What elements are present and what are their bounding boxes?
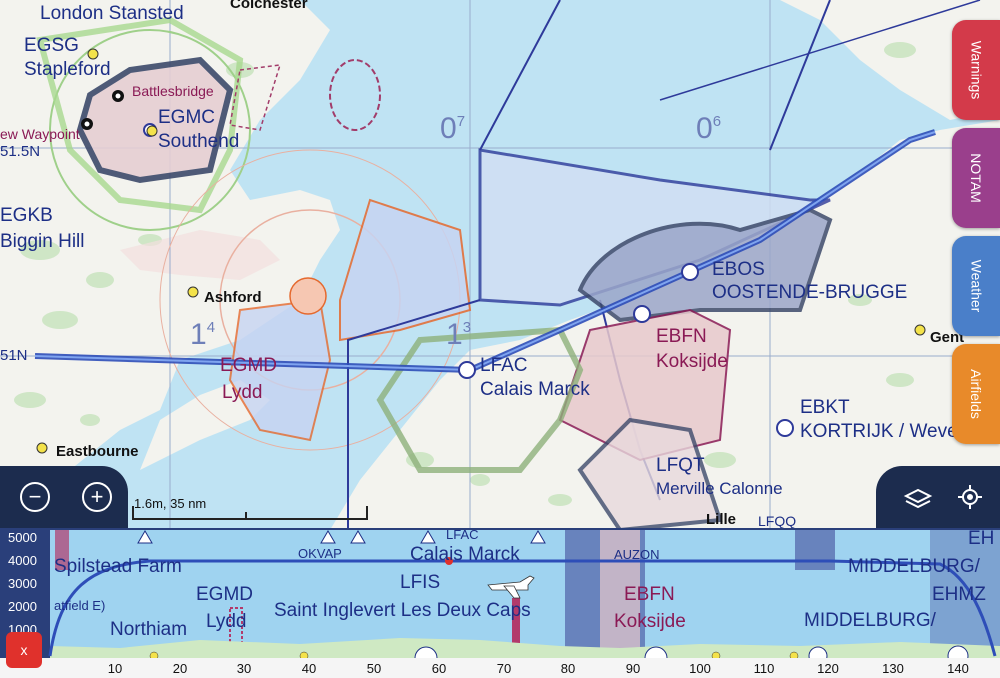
airport-name-southend[interactable]: Southend: [158, 132, 239, 151]
profile-label-ehmz: EHMZ: [932, 584, 986, 605]
altitude-tick-label: 2000: [8, 599, 37, 614]
close-profile-button[interactable]: x: [6, 632, 42, 668]
town-label-colchester: Colchester: [230, 0, 308, 12]
profile-label-egmd: EGMD: [196, 584, 253, 605]
distance-tick-label: 90: [625, 661, 641, 676]
profile-label-ebfn: EBFN: [624, 584, 675, 605]
waypoint-label-new[interactable]: ew Waypoint: [0, 127, 80, 141]
profile-label-okvap: OKVAP: [298, 546, 342, 561]
airport-name-calais-marck[interactable]: Calais Marck: [480, 380, 590, 399]
latitude-label-51n: 51N: [0, 347, 28, 364]
tab-weather-label: Weather: [968, 259, 985, 313]
grid-minimum-altitude: 07: [440, 112, 466, 145]
distance-tick-label: 50: [366, 661, 382, 676]
tab-airfields[interactable]: Airfields: [952, 344, 1000, 444]
airport-code-lfac[interactable]: LFAC: [480, 356, 528, 375]
airport-code-lfqt[interactable]: LFQT: [656, 456, 705, 475]
profile-label-koksijde: Koksijde: [614, 611, 686, 632]
tab-notam[interactable]: NOTAM: [952, 128, 1000, 228]
airport-name-biggin-hill[interactable]: Biggin Hill: [0, 232, 84, 251]
airport-name-lydd[interactable]: Lydd: [222, 383, 263, 402]
distance-tick-label: 110: [753, 661, 775, 676]
tab-warnings-label: Warnings: [968, 40, 984, 100]
airport-name-merville[interactable]: Merville Calonne: [656, 480, 783, 497]
profile-label-lfis: LFIS: [400, 572, 441, 593]
distance-tick-label: 100: [689, 661, 711, 676]
chart-map[interactable]: London Stansted Colchester EGSG Staplefo…: [0, 0, 1000, 530]
airport-code-egmc[interactable]: EGMC: [158, 108, 215, 127]
distance-tick-label: 60: [431, 661, 447, 676]
airport-code-egmd[interactable]: EGMD: [220, 356, 277, 375]
altitude-tick-label: 5000: [8, 530, 37, 545]
scale-bar: [132, 506, 368, 520]
map-controls: [876, 466, 1000, 528]
distance-tick-label: 130: [882, 661, 904, 676]
airport-code-lfqq[interactable]: LFQQ: [758, 514, 796, 528]
profile-label-saint-inglevert: Saint Inglevert Les Deux Caps: [274, 600, 531, 621]
latitude-label-51-5n: 51.5N: [0, 143, 41, 160]
profile-label-lfac: LFAC: [446, 527, 479, 542]
profile-label-calais: Calais Marck: [410, 544, 520, 565]
town-label-eastbourne: Eastbourne: [56, 443, 139, 460]
tab-airfields-label: Airfields: [968, 369, 985, 419]
profile-label-eh: EH: [968, 528, 995, 549]
distance-tick-label: 140: [947, 661, 969, 676]
airport-code-ebkt[interactable]: EBKT: [800, 398, 850, 417]
distance-tick-label: 40: [301, 661, 317, 676]
airport-name-stapleford[interactable]: Stapleford: [24, 60, 111, 79]
profile-label-field: atfield E): [54, 598, 106, 613]
distance-tick-label: 120: [817, 661, 839, 676]
altitude-tick-label: 4000: [8, 553, 37, 568]
waypoint-label-battlesbridge[interactable]: Battlesbridge: [132, 84, 214, 98]
distance-tick-label: 10: [107, 661, 123, 676]
airport-code-egsg[interactable]: EGSG: [24, 36, 79, 55]
distance-tick-label: 80: [560, 661, 576, 676]
town-label-london-stansted: London Stansted: [40, 3, 184, 24]
map-canvas[interactable]: [0, 0, 1000, 530]
airport-code-egkb[interactable]: EGKB: [0, 206, 53, 225]
town-label-lille: Lille: [706, 511, 737, 528]
distance-tick-label: 30: [236, 661, 252, 676]
profile-label-lydd: Lydd: [206, 611, 247, 632]
zoom-out-button[interactable]: −: [20, 482, 50, 512]
grid-minimum-altitude: 14: [190, 318, 216, 351]
profile-label-northiam: Northiam: [110, 619, 188, 640]
zoom-in-button[interactable]: +: [82, 482, 112, 512]
layers-icon[interactable]: [903, 488, 933, 509]
distance-tick-label: 70: [496, 661, 512, 676]
town-label-ashford: Ashford: [204, 289, 262, 306]
tab-notam-label: NOTAM: [968, 153, 985, 203]
profile-label-middelburg: MIDDELBURG/: [804, 610, 936, 631]
altitude-tick-label: 3000: [8, 576, 37, 591]
profile-label-spilstead: Spilstead Farm: [54, 556, 182, 577]
airport-name-oostende[interactable]: OOSTENDE-BRUGGE: [712, 283, 907, 302]
airport-name-koksijde[interactable]: Koksijde: [656, 352, 728, 371]
tab-warnings[interactable]: Warnings: [952, 20, 1000, 120]
airport-code-ebos[interactable]: EBOS: [712, 260, 765, 279]
zoom-control: − +: [0, 466, 128, 528]
tab-weather[interactable]: Weather: [952, 236, 1000, 336]
vertical-profile[interactable]: 5000 4000 3000 2000 1000 10 20 30 40 50 …: [0, 528, 1000, 678]
grid-minimum-altitude: 06: [696, 112, 722, 145]
distance-tick-label: 20: [172, 661, 188, 676]
profile-label-middelburg: MIDDELBURG/: [848, 556, 980, 577]
locate-icon[interactable]: [958, 485, 982, 509]
airport-code-ebfn[interactable]: EBFN: [656, 327, 707, 346]
grid-minimum-altitude: 13: [446, 318, 472, 351]
profile-label-auzon: AUZON: [614, 547, 660, 562]
